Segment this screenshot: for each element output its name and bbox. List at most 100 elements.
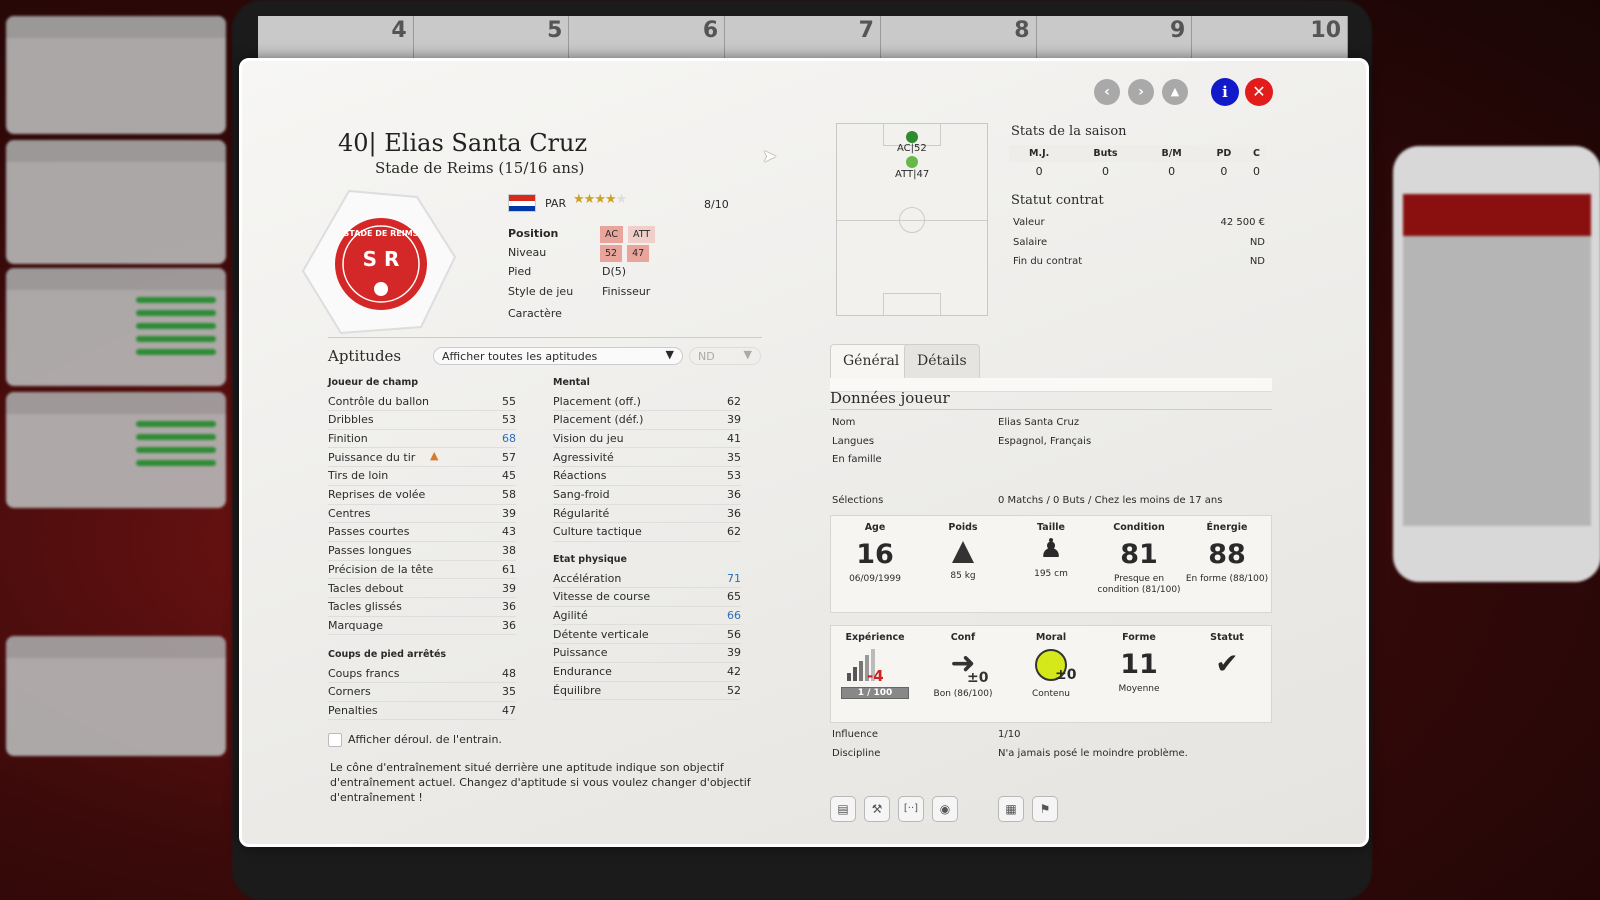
physical-skill-row[interactable]: Puissance 39 [553, 644, 741, 663]
player-data-label: En famille [832, 454, 882, 465]
tab-details[interactable]: Détails [904, 344, 980, 378]
style-value: Finisseur [602, 285, 651, 298]
outfield-skill-value: 53 [502, 413, 516, 427]
outfield-skill-row[interactable]: Passes longues 38 [328, 542, 516, 561]
mental-skill-row[interactable]: Vision du jeu 41 [553, 429, 741, 449]
outfield-skill-label: Marquage [328, 618, 384, 632]
mental-skill-row[interactable]: Placement (off.) 62 [553, 392, 741, 411]
contract-icon[interactable]: ▦ [998, 796, 1024, 822]
report-icon[interactable]: ▤ [830, 796, 856, 822]
outfield-skill-value: 61 [502, 562, 516, 576]
season-value: 0 [1253, 165, 1261, 178]
setpiece-skill-row[interactable]: Penalties 47 [328, 701, 516, 721]
weight-title: Poids [948, 522, 978, 533]
outfield-skill-row[interactable]: Dribbles 53 [328, 411, 516, 430]
outfield-skill-row[interactable]: Tacles glissés 36 [328, 598, 516, 617]
outfield-skill-row[interactable]: Puissance du tir 57 [328, 448, 516, 468]
scout-icon[interactable]: ▲ [1162, 79, 1188, 105]
aptitudes-filter-select[interactable]: Afficher toutes les aptitudes ▼ [433, 347, 683, 365]
outfield-skill-row[interactable]: Contrôle du ballon 55 [328, 392, 516, 411]
info-button[interactable]: i [1211, 78, 1239, 106]
mental-header: Mental [553, 377, 590, 388]
energy-stat: Énergie 88 En forme (88/100) [1183, 522, 1271, 585]
outfield-skill-row[interactable]: Tacles debout 39 [328, 579, 516, 598]
contract-value: ND [1249, 236, 1265, 248]
season-value: 0 [1168, 165, 1176, 178]
height-stat: Taille ♟ 195 cm [1007, 522, 1095, 580]
mental-skill-value: 62 [727, 394, 741, 408]
outfield-skill-row[interactable]: Reprises de volée 58 [328, 486, 516, 505]
tab-general[interactable]: Général [830, 344, 913, 378]
bg-panel-coach [6, 16, 226, 134]
nationality: PAR [545, 197, 567, 210]
training-icon[interactable]: ⚒ [864, 796, 890, 822]
previous-button[interactable]: ‹ [1094, 79, 1120, 105]
physical-skill-row[interactable]: Équilibre 52 [553, 681, 741, 701]
physical-skill-label: Équilibre [553, 683, 602, 697]
confidence-delta: ±0 [967, 670, 989, 686]
outfield-skill-row[interactable]: Précision de la tête 61 [328, 560, 516, 580]
physical-skill-row[interactable]: Agilité 66 [553, 606, 741, 626]
physical-skill-row[interactable]: Accélération 71 [553, 569, 741, 588]
outfield-skill-row[interactable]: Marquage 36 [328, 616, 516, 636]
mental-skill-row[interactable]: Culture tactique 62 [553, 523, 741, 542]
aptitudes-title: Aptitudes [328, 347, 402, 365]
setpiece-skill-row[interactable]: Coups francs 48 [328, 664, 516, 683]
player-profile-modal: ‹ › ▲ i ✕ 40| Elias Santa Cruz Stade de … [239, 58, 1369, 847]
compare-icon[interactable]: [··] [898, 796, 924, 822]
outfield-skill-row[interactable]: Tirs de loin 45 [328, 467, 516, 486]
confidence-title: Conf [950, 632, 976, 643]
mental-skill-value: 36 [727, 506, 741, 520]
outfield-skill-value: 43 [502, 525, 516, 539]
outfield-skill-label: Tirs de loin [328, 469, 389, 483]
training-checkbox[interactable] [328, 733, 342, 747]
training-cone-icon[interactable]: ▲ [430, 449, 438, 462]
bg-panel-players [6, 636, 226, 756]
season-value: 0 [1101, 165, 1109, 178]
physical-skill-row[interactable]: Endurance 42 [553, 663, 741, 682]
mental-skill-label: Vision du jeu [553, 431, 624, 445]
watch-eye-icon[interactable]: ◉ [932, 796, 958, 822]
pitch-box-bottom [883, 293, 941, 316]
outfield-skill-value: 45 [502, 469, 516, 483]
close-button[interactable]: ✕ [1245, 78, 1273, 106]
mental-skill-row[interactable]: Agressivité 35 [553, 448, 741, 468]
physical-skill-value: 42 [727, 665, 741, 678]
physical-skill-row[interactable]: Vitesse de course 65 [553, 588, 741, 607]
mental-skill-row[interactable]: Sang-froid 36 [553, 486, 741, 505]
next-button[interactable]: › [1128, 79, 1154, 105]
mental-skill-row[interactable]: Placement (déf.) 39 [553, 411, 741, 430]
star-icon: ★ [583, 192, 596, 207]
season-col: C [1253, 148, 1261, 159]
mental-skill-row[interactable]: Régularité 36 [553, 504, 741, 524]
calendar-day: 8 [881, 16, 1037, 60]
setpiece-skill-label: Coups francs [328, 666, 400, 680]
calendar-day: 9 [1037, 16, 1193, 60]
outfield-skill-row[interactable]: Centres 39 [328, 504, 516, 524]
physical-skill-row[interactable]: Détente verticale 56 [553, 625, 741, 645]
outfield-skill-label: Passes courtes [328, 525, 410, 539]
season-col: Buts [1093, 148, 1118, 159]
secondary-filter-select[interactable]: ND ▼ [689, 347, 761, 365]
mental-stats-box: Expérience -4 1 / 100 Conf ➜ ±0 Bon (86/… [830, 625, 1272, 723]
morale-stat: Moral ±0 Contenu [1007, 632, 1095, 700]
mental-skill-label: Sang-froid [553, 488, 610, 501]
season-value: 0 [1035, 165, 1043, 178]
outfield-skill-value: 36 [502, 618, 516, 632]
mental-skill-row[interactable]: Réactions 53 [553, 467, 741, 486]
physical-skill-label: Vitesse de course [553, 590, 651, 604]
age-stat: Age 16 06/09/1999 [831, 522, 919, 585]
weight-stat: Poids 85 kg [919, 522, 1007, 582]
outfield-skill-value: 39 [502, 581, 516, 595]
experience-title: Expérience [845, 632, 905, 643]
transfer-icon[interactable]: ⚑ [1032, 796, 1058, 822]
setpiece-skill-row[interactable]: Corners 35 [328, 683, 516, 702]
status-stat: Statut ✔ [1183, 632, 1271, 680]
mental-skill-value: 36 [727, 488, 741, 501]
outfield-skill-row[interactable]: Finition 68 [328, 429, 516, 449]
setpiece-skill-value: 47 [502, 703, 516, 717]
outfield-skill-row[interactable]: Passes courtes 43 [328, 523, 516, 542]
season-title: Stats de la saison [1011, 124, 1127, 139]
confidence-stat: Conf ➜ ±0 Bon (86/100) [919, 632, 1007, 700]
bg-panel-budget [6, 140, 226, 264]
